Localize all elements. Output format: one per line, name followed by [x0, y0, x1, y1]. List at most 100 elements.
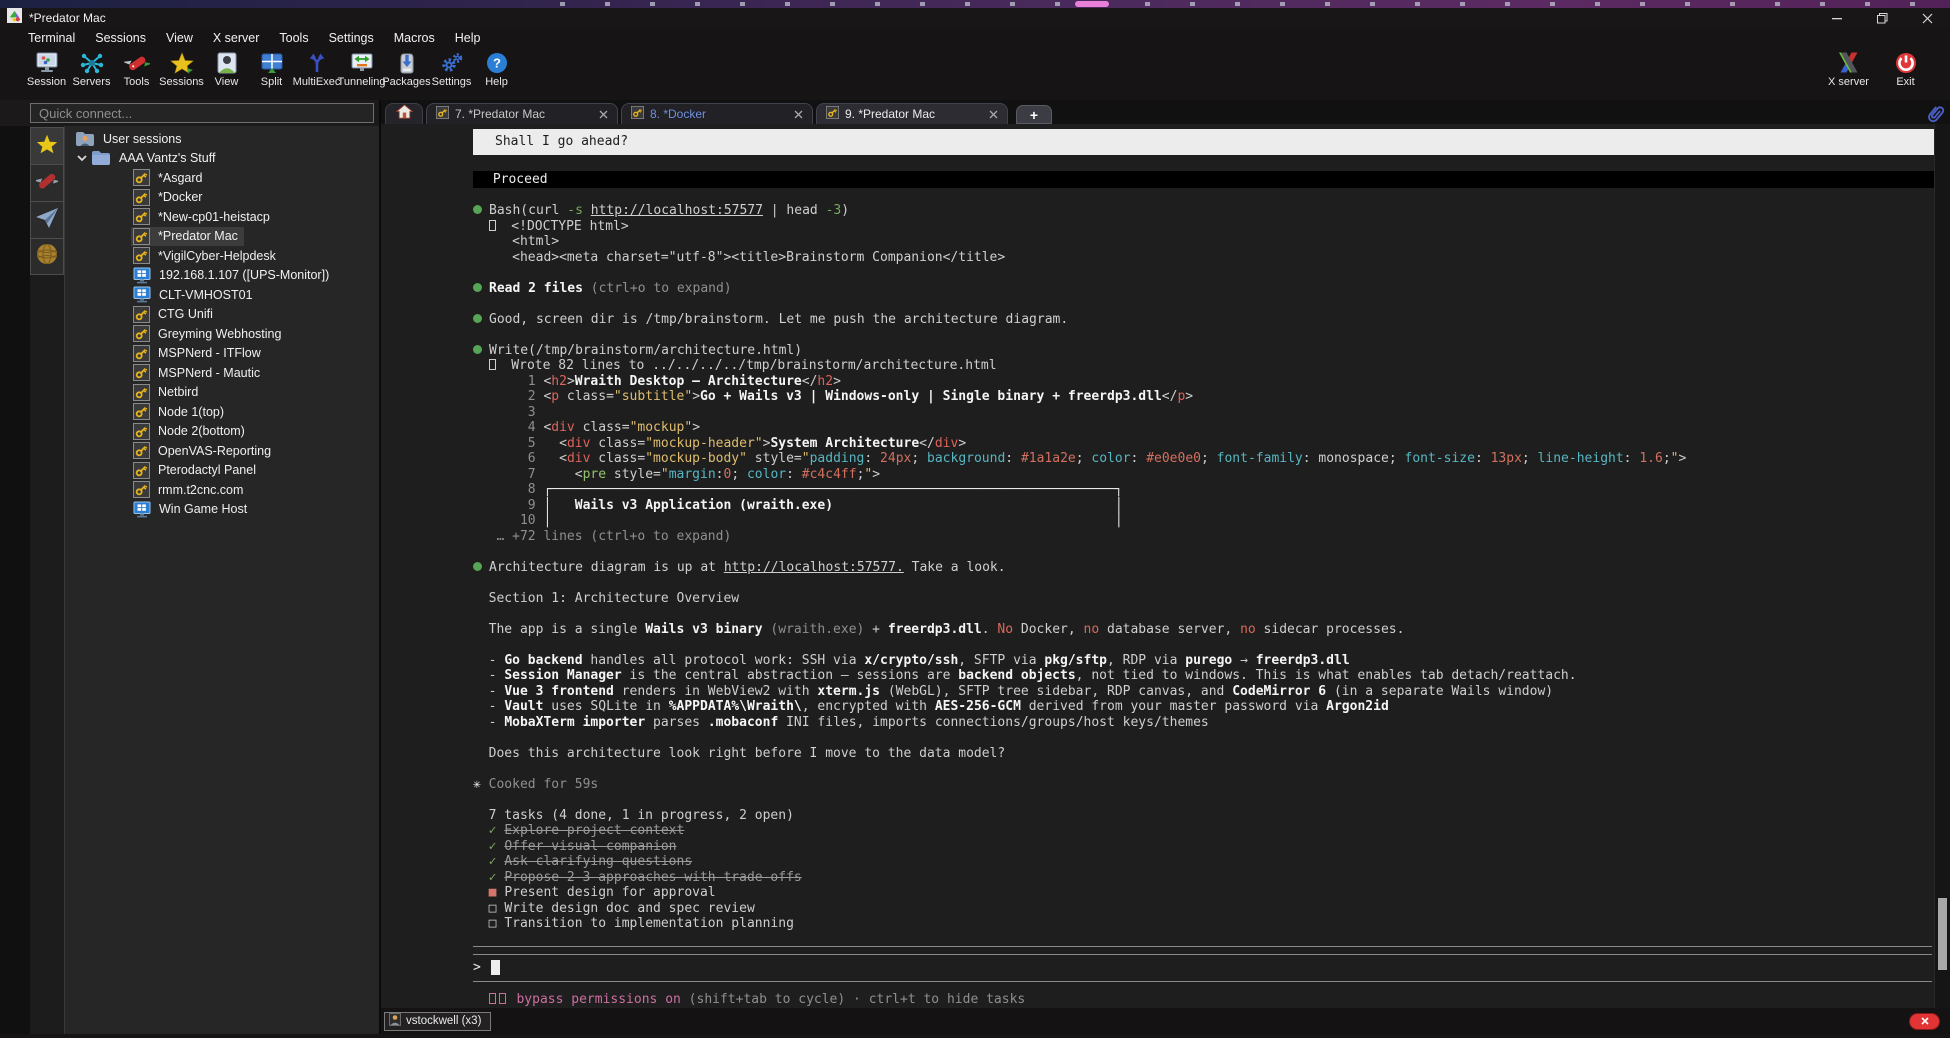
- key-icon: [133, 481, 150, 498]
- tab-9-predator-mac[interactable]: 9. *Predator Mac: [816, 103, 1008, 124]
- session-item-rmm-t2cnc-com[interactable]: rmm.t2cnc.com: [65, 480, 379, 500]
- toolbar-x-server-button[interactable]: X server: [1826, 50, 1871, 88]
- terminal-line: 4 <div class="mockup">: [473, 420, 1934, 436]
- user-badge-label: vstockwell (x3): [406, 1015, 481, 1027]
- minimize-button[interactable]: [1815, 8, 1860, 28]
- toolbar-split-button[interactable]: Split: [249, 50, 294, 88]
- session-item-mspnerd-mautic[interactable]: MSPNerd - Mautic: [65, 363, 379, 383]
- menu-x-server[interactable]: X server: [203, 30, 270, 46]
- toolbar-tools-button[interactable]: Tools: [114, 50, 159, 88]
- toolbar-tunneling-button[interactable]: Tunneling: [339, 50, 384, 88]
- sidebar-tab-paper-plane-icon[interactable]: [30, 201, 64, 238]
- tab-8-docker[interactable]: 8. *Docker: [621, 103, 813, 124]
- session-item-netbird[interactable]: Netbird: [65, 383, 379, 403]
- toolbar-label: Packages: [382, 76, 430, 88]
- terminal-line: - Go backend handles all protocol work: …: [473, 653, 1934, 669]
- menu-sessions[interactable]: Sessions: [85, 30, 156, 46]
- session-item-predator-mac[interactable]: *Predator Mac: [65, 227, 379, 247]
- terminal-rule: [473, 946, 1932, 947]
- session-item-node-2-bottom[interactable]: Node 2(bottom): [65, 422, 379, 442]
- toolbar-settings-button[interactable]: Settings: [429, 50, 474, 88]
- terminal-line: Wrote 82 lines to ../../../../tmp/brains…: [473, 358, 1934, 374]
- terminal-prompt[interactable]: >: [473, 955, 1934, 981]
- session-icon: [34, 50, 60, 75]
- toolbar-label: Settings: [432, 76, 472, 88]
- toolbar-exit-button[interactable]: Exit: [1883, 50, 1928, 88]
- session-item-user-sessions[interactable]: User sessions: [65, 129, 379, 149]
- terminal-line: - MobaXTerm importer parses .mobaconf IN…: [473, 715, 1934, 731]
- scrollbar-thumb[interactable]: [1938, 898, 1947, 970]
- toolbar-multiexec-button[interactable]: MultiExec: [294, 50, 339, 88]
- session-tree: User sessionsAAA Vantz's Stuff*Asgard*Do…: [64, 126, 379, 1034]
- bottom-close-button[interactable]: [1909, 1013, 1940, 1030]
- sidebar-tab-knife-icon[interactable]: [30, 164, 64, 201]
- quick-connect-input[interactable]: [30, 103, 374, 123]
- tab-label: 8. *Docker: [650, 107, 788, 121]
- key-icon: [133, 247, 150, 264]
- chevron-down-icon[interactable]: [77, 154, 89, 162]
- session-item-vigilcyber-helpdesk[interactable]: *VigilCyber-Helpdesk: [65, 246, 379, 266]
- session-label: Greyming Webhosting: [158, 327, 281, 341]
- home-tab[interactable]: [385, 103, 423, 124]
- tab-7-predator-mac[interactable]: 7. *Predator Mac: [426, 103, 618, 124]
- tab-close-icon[interactable]: [794, 110, 803, 119]
- monitor-icon: [133, 501, 151, 518]
- menu-view[interactable]: View: [156, 30, 203, 46]
- window-title: *Predator Mac: [29, 11, 106, 25]
- toolbar-servers-button[interactable]: Servers: [69, 50, 114, 88]
- toolbar-session-button[interactable]: Session: [24, 50, 69, 88]
- new-tab-button[interactable]: +: [1016, 105, 1052, 124]
- session-item-asgard[interactable]: *Asgard: [65, 168, 379, 188]
- terminal-line: ✳ Cooked for 59s: [473, 777, 1934, 793]
- toolbar: Session ServersToolsSessionsViewSplitMult…: [0, 47, 1950, 100]
- session-item-aaa-vantz-s-stuff[interactable]: AAA Vantz's Stuff: [65, 149, 379, 169]
- scrollbar[interactable]: [1934, 124, 1950, 1008]
- session-label: OpenVAS-Reporting: [158, 444, 271, 458]
- sidebar-tab-star-icon[interactable]: [30, 127, 64, 164]
- menu-terminal[interactable]: Terminal: [18, 30, 85, 46]
- terminal-line: ✓ Ask clarifying questions: [473, 854, 1934, 870]
- missing-glyph-box: [489, 359, 496, 370]
- session-item-192-168-1-107-ups-monitor[interactable]: 192.168.1.107 ([UPS-Monitor]): [65, 266, 379, 286]
- sidebar-tab-globe-icon[interactable]: [30, 238, 64, 275]
- paperclip-icon[interactable]: [1926, 103, 1945, 124]
- toolbar-packages-button[interactable]: Packages: [384, 50, 429, 88]
- toolbar-sessions-button[interactable]: Sessions: [159, 50, 204, 88]
- menu-help[interactable]: Help: [445, 30, 491, 46]
- session-item-win-game-host[interactable]: Win Game Host: [65, 500, 379, 520]
- session-label: *Predator Mac: [158, 229, 238, 243]
- session-item-openvas-reporting[interactable]: OpenVAS-Reporting: [65, 441, 379, 461]
- proceed-option[interactable]: Proceed: [473, 171, 1934, 188]
- tab-close-icon[interactable]: [599, 110, 608, 119]
- user-badge[interactable]: vstockwell (x3): [384, 1012, 491, 1031]
- session-item-ctg-unifi[interactable]: CTG Unifi: [65, 305, 379, 325]
- session-label: MSPNerd - ITFlow: [158, 346, 261, 360]
- close-button[interactable]: [1905, 8, 1950, 28]
- session-item-new-cp01-heistacp[interactable]: *New-cp01-heistacp: [65, 207, 379, 227]
- session-item-mspnerd-itflow[interactable]: MSPNerd - ITFlow: [65, 344, 379, 364]
- session-item-greyming-webhosting[interactable]: Greyming Webhosting: [65, 324, 379, 344]
- key-icon: [133, 384, 150, 401]
- session-item-pterodactyl-panel[interactable]: Pterodactyl Panel: [65, 461, 379, 481]
- toolbar-view-button[interactable]: View: [204, 50, 249, 88]
- terminal-link[interactable]: http://localhost:57577.: [724, 560, 904, 575]
- session-item-docker[interactable]: *Docker: [65, 188, 379, 208]
- session-item-clt-vmhost01[interactable]: CLT-VMHOST01: [65, 285, 379, 305]
- session-label: Node 2(bottom): [158, 424, 245, 438]
- terminal-link[interactable]: http://localhost:57577: [591, 203, 763, 218]
- toolbar-label: Servers: [73, 76, 111, 88]
- terminal-line: Bash(curl -s http://localhost:57577 | he…: [473, 203, 1934, 219]
- tab-close-icon[interactable]: [989, 110, 998, 119]
- restore-button[interactable]: [1860, 8, 1905, 28]
- terminal-line: <html>: [473, 234, 1934, 250]
- terminal-line: 3: [473, 405, 1934, 421]
- session-item-node-1-top[interactable]: Node 1(top): [65, 402, 379, 422]
- menu-tools[interactable]: Tools: [269, 30, 318, 46]
- menu-settings[interactable]: Settings: [319, 30, 384, 46]
- key-icon: [436, 106, 449, 122]
- assistant-bullet-icon: [473, 205, 482, 214]
- menu-macros[interactable]: Macros: [384, 30, 445, 46]
- toolbar-help-button[interactable]: ?Help: [474, 50, 519, 88]
- terminal[interactable]: Shall I go ahead? ProceedBash(curl -s ht…: [381, 124, 1934, 1008]
- multiexec-icon: [304, 50, 330, 75]
